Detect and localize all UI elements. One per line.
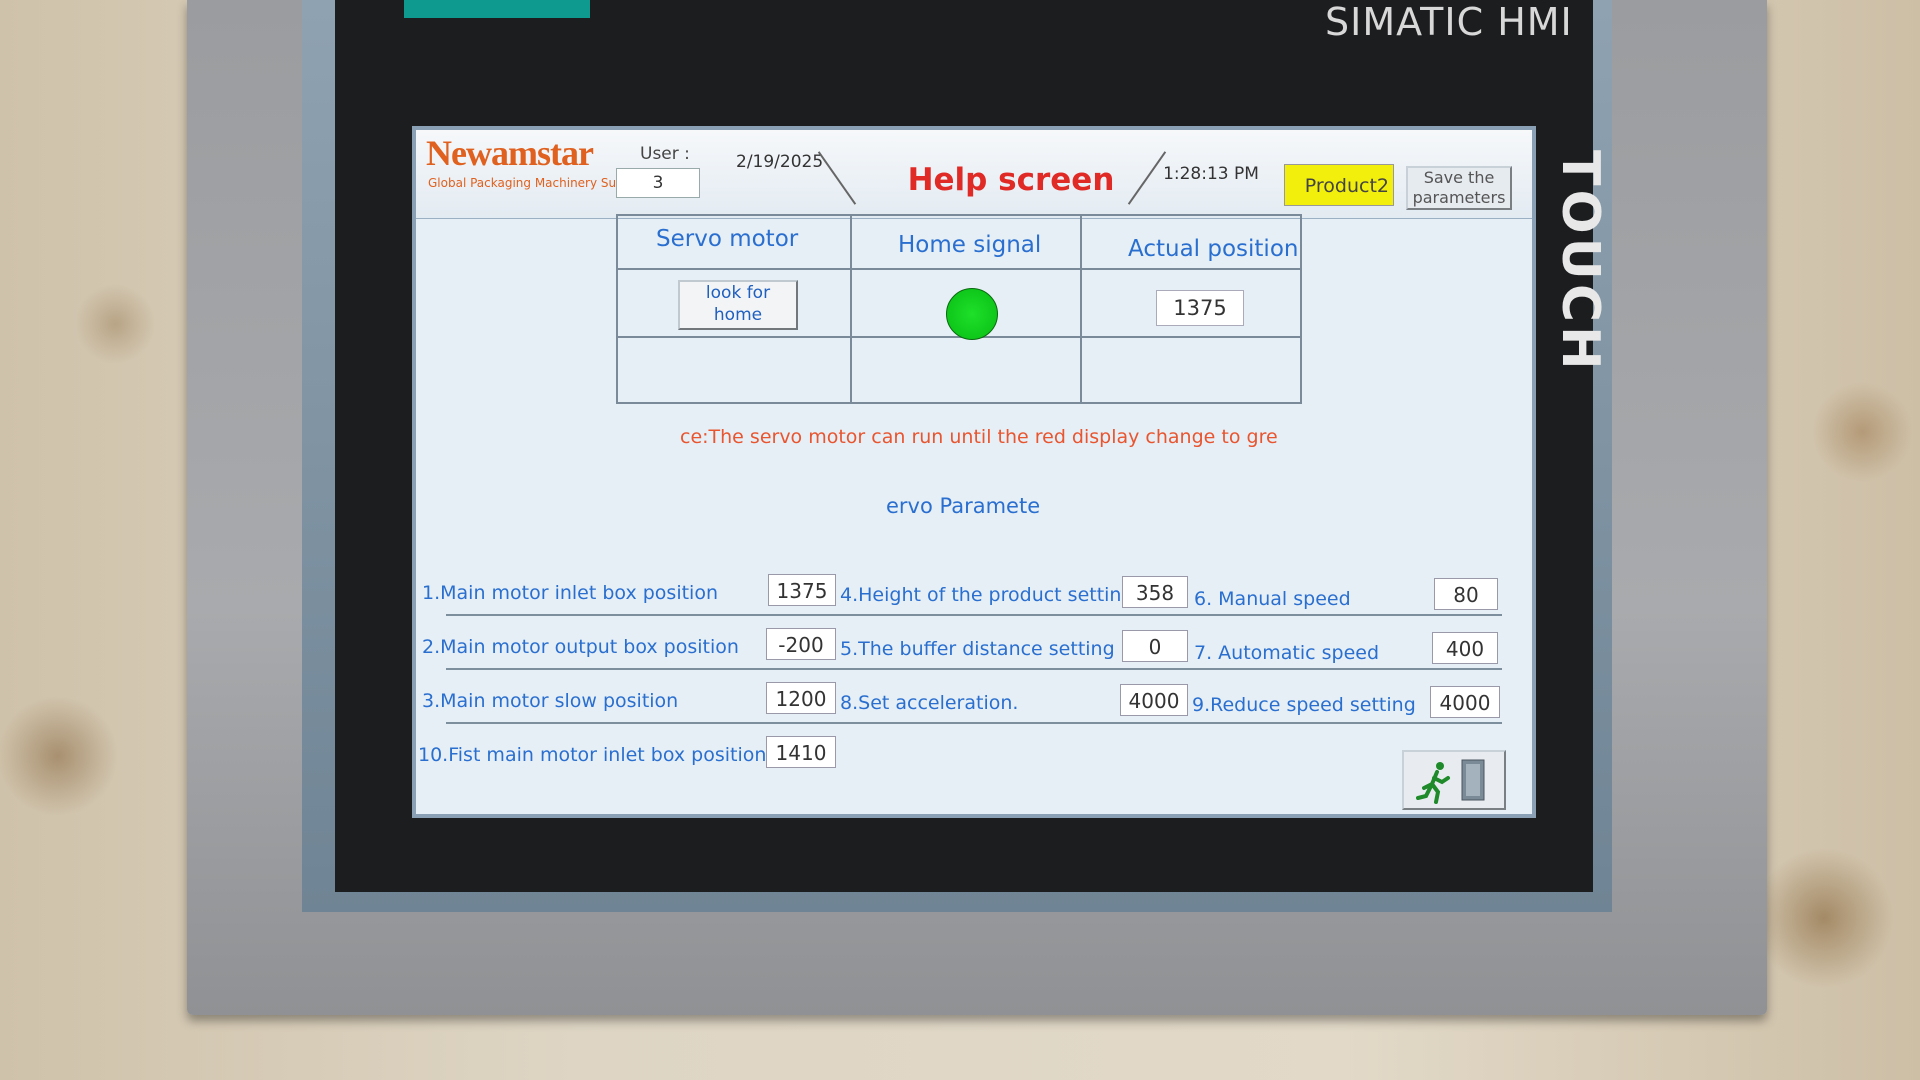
look-for-home-button[interactable]: look for home bbox=[678, 280, 798, 330]
product-button[interactable]: Product2 bbox=[1284, 164, 1394, 206]
servo-table: Servo motor Home signal Actual position … bbox=[616, 214, 1302, 404]
home-signal-indicator bbox=[946, 288, 998, 340]
actual-position-field: 1375 bbox=[1156, 290, 1244, 326]
section-title: ervo Paramete bbox=[886, 494, 1041, 518]
param-label: 3.Main motor slow position bbox=[422, 690, 679, 712]
table-border bbox=[616, 214, 1302, 216]
brand-tab bbox=[404, 0, 590, 18]
table-border bbox=[1080, 214, 1082, 404]
param-label: 8.Set acceleration. bbox=[840, 692, 1019, 714]
param-label: 6. Manual speed bbox=[1194, 588, 1351, 610]
param-input[interactable]: 80 bbox=[1434, 578, 1498, 610]
exit-button[interactable] bbox=[1402, 750, 1506, 810]
param-label: 10.Fist main motor inlet box position bbox=[418, 744, 767, 766]
table-border bbox=[850, 214, 852, 404]
servo-note: ce:The servo motor can run until the red… bbox=[680, 426, 1278, 448]
exit-door-icon bbox=[1416, 759, 1485, 804]
param-input[interactable]: -200 bbox=[766, 628, 836, 660]
newamstar-logo: Newamstar bbox=[426, 133, 594, 173]
row-divider bbox=[446, 722, 1502, 724]
header-home-signal: Home signal bbox=[898, 232, 1042, 258]
param-input[interactable]: 400 bbox=[1432, 632, 1498, 664]
hmi-screen: Newamstar Global Packaging Machinery Sup… bbox=[412, 126, 1536, 818]
param-label: 7. Automatic speed bbox=[1194, 642, 1380, 664]
param-label: 4.Height of the product setting bbox=[840, 584, 1134, 606]
user-field[interactable]: 3 bbox=[616, 168, 700, 198]
param-label: 9.Reduce speed setting bbox=[1192, 694, 1416, 716]
header-servo-motor: Servo motor bbox=[656, 226, 799, 252]
top-bar: Newamstar Global Packaging Machinery Sup… bbox=[416, 130, 1532, 219]
param-label: 1.Main motor inlet box position bbox=[422, 582, 719, 604]
param-label: 5.The buffer distance setting bbox=[840, 638, 1115, 660]
date-display: 2/19/2025 bbox=[736, 152, 824, 172]
header-actual-position: Actual position bbox=[1128, 236, 1299, 262]
table-border bbox=[616, 402, 1302, 404]
row-divider bbox=[446, 668, 1502, 670]
save-parameters-button[interactable]: Save the parameters bbox=[1406, 166, 1512, 210]
page-title: Help screen bbox=[907, 162, 1115, 198]
param-label: 2.Main motor output box position bbox=[422, 636, 739, 658]
user-label: User : bbox=[640, 144, 690, 164]
param-input[interactable]: 4000 bbox=[1120, 684, 1188, 716]
table-border bbox=[616, 214, 618, 404]
simatic-label: SIMATIC HMI bbox=[1325, 0, 1573, 44]
param-input[interactable]: 4000 bbox=[1430, 686, 1500, 718]
touch-label: TOUCH bbox=[1550, 150, 1610, 374]
row-divider bbox=[446, 614, 1502, 616]
table-border bbox=[1300, 214, 1302, 404]
param-input[interactable]: 1375 bbox=[768, 574, 836, 606]
param-input[interactable]: 1200 bbox=[766, 682, 836, 714]
param-input[interactable]: 358 bbox=[1122, 576, 1188, 608]
param-input[interactable]: 1410 bbox=[766, 736, 836, 768]
divider bbox=[817, 151, 857, 205]
table-border bbox=[616, 268, 1302, 270]
param-input[interactable]: 0 bbox=[1122, 630, 1188, 662]
time-display: 1:28:13 PM bbox=[1163, 164, 1259, 184]
